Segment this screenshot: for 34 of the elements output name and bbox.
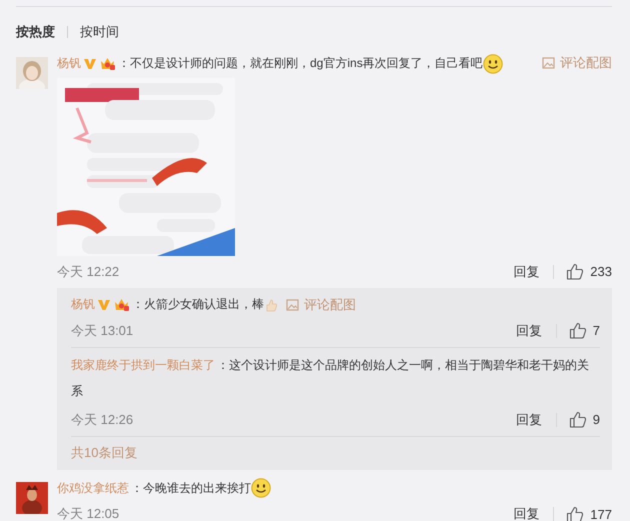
smiley-icon	[482, 54, 503, 74]
reply-link[interactable]: 回复	[516, 322, 542, 340]
like-count: 7	[592, 323, 600, 338]
like-icon[interactable]	[568, 411, 587, 428]
reply-link[interactable]: 回复	[513, 262, 540, 281]
like-count: 233	[590, 264, 612, 280]
like-icon[interactable]	[566, 506, 584, 521]
like-icon[interactable]	[566, 263, 584, 280]
timestamp: 今天 12:22	[57, 262, 120, 281]
author-name[interactable]: 你鸡没拿纸惹	[57, 480, 129, 495]
sort-tab[interactable]: 按时间	[80, 23, 119, 41]
author-name[interactable]: 杨钒	[71, 296, 95, 311]
thumbs-up-icon	[264, 298, 278, 312]
image-link[interactable]: 评论配图	[286, 294, 356, 315]
image-link[interactable]: 评论配图	[542, 53, 612, 73]
sort-tab[interactable]: 按热度	[16, 23, 55, 41]
like-icon[interactable]	[568, 322, 587, 340]
image-icon	[542, 57, 555, 69]
smiley-icon	[251, 478, 271, 498]
comment-text: 杨钒 ：火箭少女确认退出，棒	[71, 296, 278, 311]
image-icon	[286, 298, 299, 311]
author-name[interactable]: 杨钒	[57, 56, 81, 70]
reply-link[interactable]: 回复	[516, 410, 542, 429]
comment-text: 我家鹿终于拱到一颗白菜了 ：这个设计师是这个品牌的创始人之一啊，相当于陶碧华和老干妈的关系	[71, 358, 589, 398]
comment-text: 你鸡没拿纸惹 ：今晚谁去的出来挨打	[57, 480, 271, 495]
timestamp: 今天 12:26	[71, 410, 134, 429]
like-count: 9	[592, 412, 600, 428]
reply-link[interactable]: 回复	[513, 505, 540, 521]
like-count: 177	[590, 506, 612, 521]
more-replies-link[interactable]: 共10条回复	[71, 444, 138, 462]
timestamp: 今天 13:01	[71, 322, 134, 340]
author-name[interactable]: 我家鹿终于拱到一颗白菜了	[71, 358, 215, 372]
comment-text: 杨钒 ：不仅是设计师的问题，就在刚刚，dg官方ins再次回复了，自己看吧	[57, 56, 503, 70]
timestamp: 今天 12:05	[57, 505, 120, 521]
